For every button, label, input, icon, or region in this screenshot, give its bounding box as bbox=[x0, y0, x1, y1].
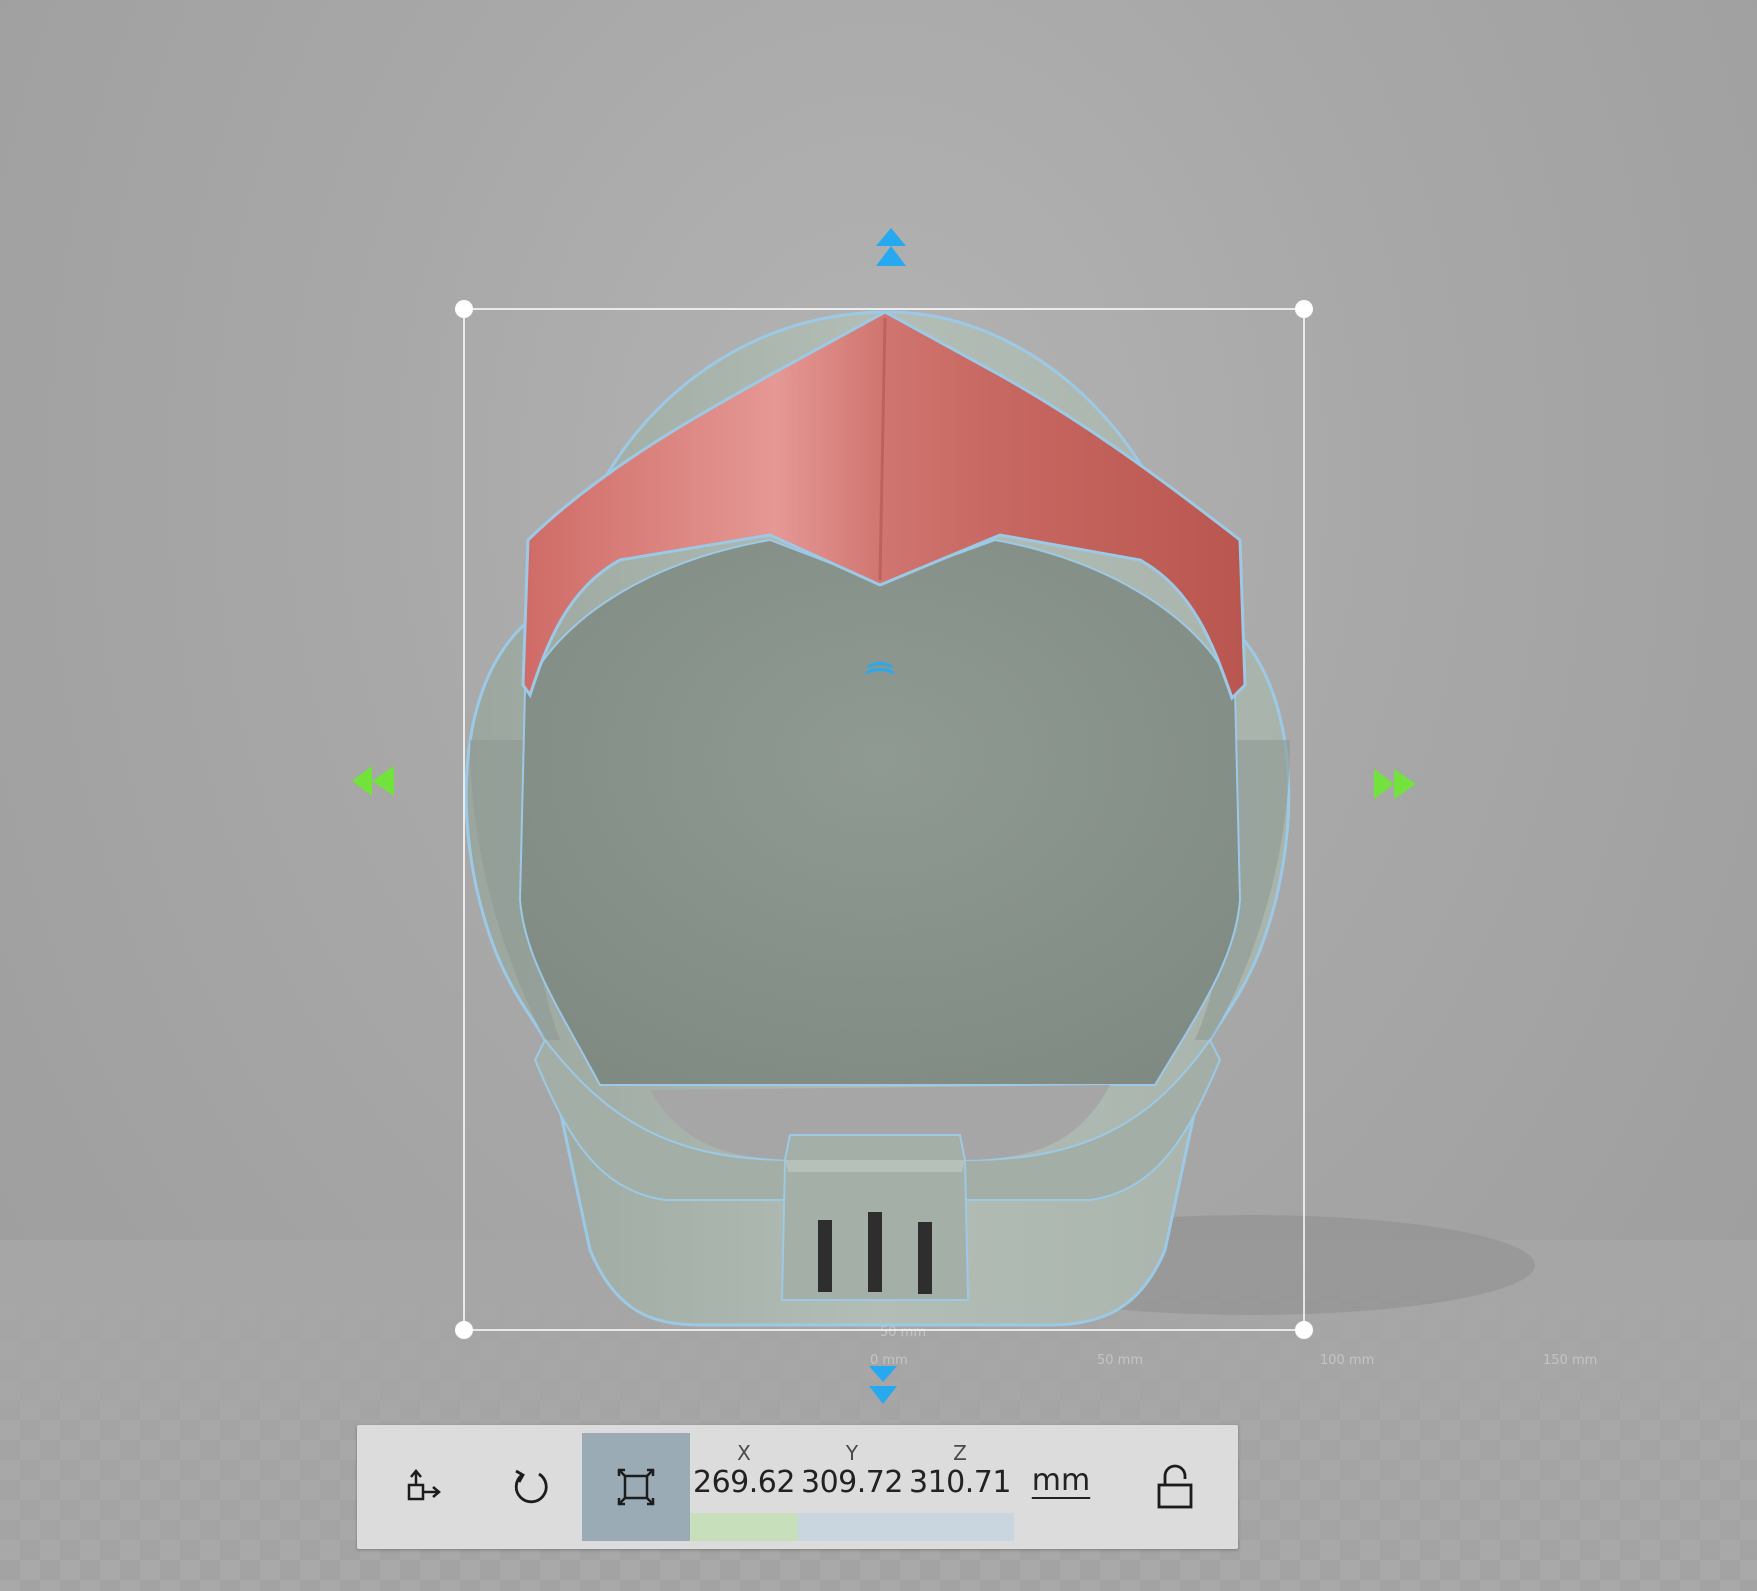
scale-arrow-top[interactable] bbox=[876, 228, 906, 266]
y-axis-indicator bbox=[798, 1513, 906, 1541]
3d-viewport[interactable]: 50 mm 0 mm 50 mm 100 mm 150 mm X 269.62 … bbox=[0, 0, 1757, 1591]
lock-open-icon bbox=[1157, 1464, 1193, 1509]
z-dimension-input[interactable]: 310.71 bbox=[906, 1465, 1014, 1500]
scale-handle-bottom-right[interactable] bbox=[1295, 1321, 1313, 1339]
x-dimension-input[interactable]: 269.62 bbox=[690, 1465, 798, 1500]
scale-arrow-right[interactable] bbox=[1374, 769, 1416, 799]
z-axis-indicator bbox=[906, 1513, 1014, 1541]
helmet-model[interactable] bbox=[464, 310, 1291, 1327]
scale-arrow-bottom[interactable] bbox=[869, 1366, 897, 1404]
y-dimension-input[interactable]: 309.72 bbox=[798, 1465, 906, 1500]
helmet-face-opening bbox=[518, 538, 1242, 1086]
transform-toolbar: X 269.62 Y 309.72 Z 310.71 mm bbox=[357, 1425, 1238, 1549]
scale-arrow-left[interactable] bbox=[352, 766, 394, 796]
x-axis-label: X bbox=[737, 1441, 751, 1465]
z-axis-label: Z bbox=[953, 1441, 967, 1465]
move-icon bbox=[407, 1469, 441, 1501]
scale-handle-top-right[interactable] bbox=[1295, 300, 1313, 318]
lock-proportions-button[interactable] bbox=[1121, 1433, 1229, 1541]
move-tool-button[interactable] bbox=[369, 1433, 477, 1541]
scale-icon bbox=[617, 1468, 655, 1506]
unit-selector[interactable]: mm bbox=[1025, 1463, 1097, 1498]
scale-handle-bottom-left[interactable] bbox=[455, 1321, 473, 1339]
chin-vent bbox=[780, 1134, 970, 1301]
x-axis-indicator bbox=[690, 1513, 798, 1541]
rotate-tool-button[interactable] bbox=[477, 1433, 585, 1541]
scale-handle-top-left[interactable] bbox=[455, 300, 473, 318]
y-axis-label: Y bbox=[845, 1441, 859, 1465]
rotate-icon bbox=[514, 1469, 548, 1504]
scale-tool-button[interactable] bbox=[582, 1433, 690, 1541]
